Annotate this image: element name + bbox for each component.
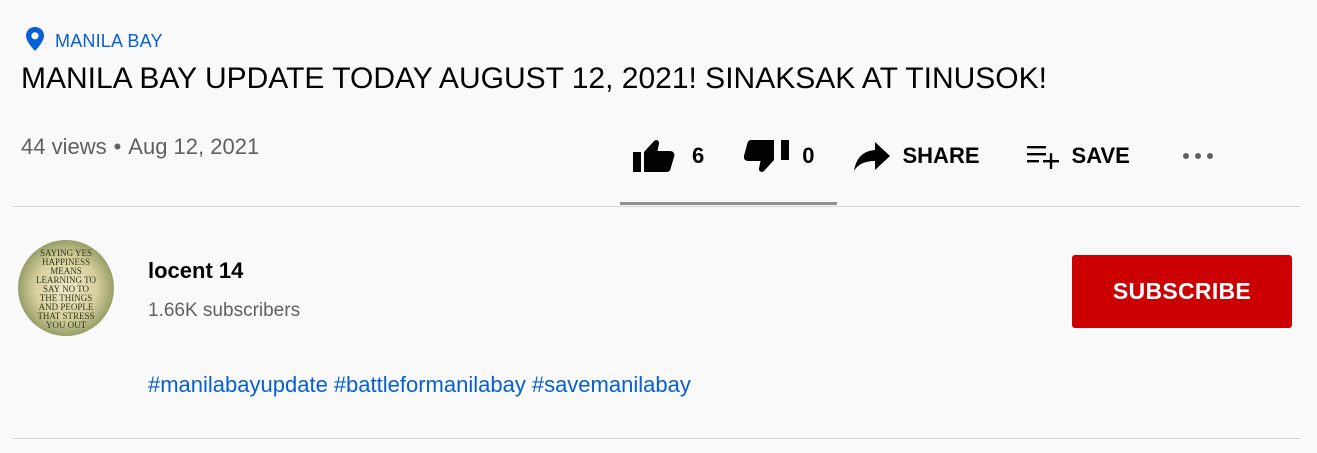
- share-label: SHARE: [902, 143, 980, 168]
- hashtag-link[interactable]: #savemanilabay: [532, 372, 691, 398]
- dislike-button[interactable]: 0: [744, 139, 815, 173]
- video-primary-info: MANILA BAY MANILA BAY UPDATE TODAY AUGUS…: [0, 0, 1317, 453]
- save-label: SAVE: [1071, 143, 1130, 168]
- location-label: MANILA BAY: [55, 30, 163, 51]
- location-tag[interactable]: MANILA BAY: [25, 26, 163, 57]
- save-button[interactable]: SAVE: [1026, 143, 1130, 169]
- subscriber-count: 1.66K subscribers: [148, 300, 301, 321]
- playlist-add-icon: [1026, 143, 1060, 169]
- thumbs-up-icon: [632, 139, 680, 173]
- channel-avatar[interactable]: SAYING YES HAPPINESS MEANS LEARNING TO S…: [18, 240, 114, 336]
- meta-separator: •: [113, 134, 122, 159]
- action-bar: 6 0 SHARE SAVE: [620, 132, 1214, 180]
- channel-name[interactable]: locent 14: [148, 258, 243, 284]
- like-count: 6: [692, 143, 705, 168]
- svg-text:YOU OUT: YOU OUT: [46, 320, 87, 330]
- hashtag-link[interactable]: #manilabayupdate: [148, 372, 328, 398]
- location-pin-icon: [25, 26, 45, 57]
- more-horizontal-icon: [1182, 152, 1214, 160]
- description-hashtags: #manilabayupdate #battleformanilabay #sa…: [148, 372, 691, 398]
- dislike-count: 0: [802, 143, 815, 168]
- video-meta: 44 views • Aug 12, 2021: [21, 134, 259, 160]
- video-title: MANILA BAY UPDATE TODAY AUGUST 12, 2021!…: [21, 62, 1047, 95]
- divider: [12, 206, 1301, 207]
- upload-date: Aug 12, 2021: [128, 134, 260, 159]
- sentiment-bar: [620, 202, 837, 205]
- thumbs-down-icon: [744, 139, 790, 173]
- subscribe-button[interactable]: SUBSCRIBE: [1072, 255, 1292, 328]
- view-count: 44 views: [21, 134, 107, 159]
- share-arrow-icon: [853, 140, 891, 172]
- share-button[interactable]: SHARE: [853, 140, 980, 172]
- like-button[interactable]: 6: [632, 139, 704, 173]
- divider: [12, 438, 1301, 439]
- avatar-quote-image: SAYING YES HAPPINESS MEANS LEARNING TO S…: [36, 248, 96, 330]
- hashtag-link[interactable]: #battleformanilabay: [334, 372, 526, 398]
- more-actions-button[interactable]: [1182, 152, 1214, 160]
